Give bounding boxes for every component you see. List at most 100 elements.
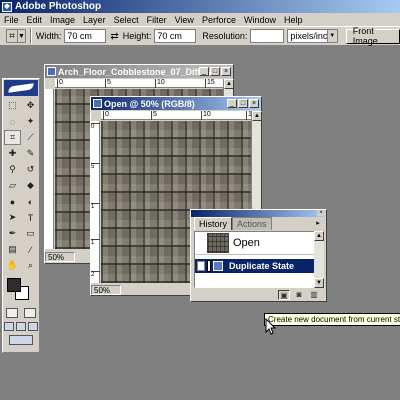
separator — [29, 28, 32, 44]
zoom-tool-icon[interactable]: ⌕ — [22, 258, 39, 273]
minimize-icon[interactable]: _ — [227, 99, 237, 108]
eyedropper-icon[interactable]: ⁄ — [22, 242, 39, 257]
options-bar: ⌗ ▼ Width: ⇄ Height: Resolution: pixels/… — [0, 26, 400, 46]
menu-image[interactable]: Image — [46, 15, 79, 25]
width-input[interactable] — [64, 29, 107, 43]
feather-logo-icon[interactable] — [4, 80, 38, 96]
new-snapshot-icon[interactable]: ◙ — [293, 290, 305, 300]
paint-bucket-icon[interactable]: ◆ — [22, 178, 39, 193]
menu-file[interactable]: File — [0, 15, 23, 25]
height-input[interactable] — [154, 29, 197, 43]
menu-window[interactable]: Window — [240, 15, 280, 25]
horizontal-ruler: 0 5 10 15 — [55, 79, 223, 88]
palette-tabs: History Actions — [191, 217, 326, 230]
crop-icon[interactable]: ⌗ — [6, 29, 18, 43]
resolution-label: Resolution: — [202, 31, 248, 41]
scroll-up-icon[interactable]: ▲ — [224, 79, 234, 89]
move-tool-icon[interactable]: ✥ — [22, 98, 39, 113]
ruler-tick: 5 — [151, 111, 157, 120]
ps-app-icon: ◆ — [2, 1, 12, 12]
menu-edit[interactable]: Edit — [23, 15, 47, 25]
chevron-down-icon[interactable]: ▼ — [17, 29, 26, 43]
ruler-tick: 0 — [57, 79, 63, 88]
palette-scrollbar[interactable]: ▲ ▼ — [314, 231, 324, 288]
close-icon[interactable]: × — [249, 99, 259, 108]
tab-actions[interactable]: Actions — [232, 217, 272, 230]
scroll-up-icon[interactable]: ▲ — [252, 111, 262, 121]
type-tool-icon[interactable]: T — [22, 210, 39, 225]
shape-tool-icon[interactable]: ▭ — [22, 226, 39, 241]
eraser-tool-icon[interactable]: ▱ — [4, 178, 21, 193]
quickmask-mode-icon[interactable] — [24, 308, 36, 318]
horizontal-ruler: 0 5 10 15 — [101, 111, 256, 120]
mask-modes — [3, 306, 39, 320]
document-title: Arch_Floor_Cobblestone_07_Diffuse — [58, 66, 217, 77]
swap-arrows-icon[interactable]: ⇄ — [110, 31, 118, 42]
screen-mode-standard-icon[interactable] — [4, 322, 14, 331]
menu-select[interactable]: Select — [110, 15, 143, 25]
menu-help[interactable]: Help — [280, 15, 307, 25]
mouse-cursor-icon — [265, 318, 277, 335]
ruler-tick: 1 — [91, 203, 100, 210]
notes-tool-icon[interactable]: ▤ — [4, 242, 21, 257]
crop-tool-icon[interactable]: ⌗ — [4, 130, 21, 145]
menu-layer[interactable]: Layer — [79, 15, 110, 25]
scroll-up-icon[interactable]: ▲ — [314, 231, 324, 241]
close-icon[interactable]: × — [221, 67, 231, 76]
front-image-button[interactable]: Front Image — [345, 26, 400, 46]
maximize-icon[interactable]: □ — [238, 99, 248, 108]
healing-brush-icon[interactable]: ✚ — [4, 146, 21, 161]
resolution-unit-select[interactable]: pixels/inch ▼ — [287, 29, 338, 43]
width-label: Width: — [35, 31, 62, 41]
maximize-icon[interactable]: □ — [210, 67, 220, 76]
menu-view[interactable]: View — [171, 15, 198, 25]
foreground-color[interactable] — [7, 278, 21, 292]
scroll-down-icon[interactable]: ▼ — [314, 278, 324, 288]
history-brush-icon[interactable]: ↺ — [22, 162, 39, 177]
ruler-tick: 10 — [155, 79, 165, 88]
new-document-from-state-icon[interactable]: ▣ — [278, 289, 290, 300]
screen-modes — [3, 320, 39, 333]
dodge-tool-icon[interactable]: ◐ — [22, 194, 39, 209]
close-icon[interactable]: × — [317, 210, 325, 216]
color-swatches — [3, 276, 39, 304]
menu-perforce[interactable]: Perforce — [198, 15, 240, 25]
palette-titlebar[interactable] — [191, 210, 326, 217]
history-state-label: Duplicate State — [229, 261, 295, 271]
snapshot-thumbnail — [207, 233, 229, 253]
history-brush-source[interactable] — [197, 261, 205, 271]
blur-tool-icon[interactable]: ● — [4, 194, 21, 209]
imageready-jump-icon[interactable] — [9, 335, 33, 345]
pen-tool-icon[interactable]: ✒ — [4, 226, 21, 241]
screen-mode-full-icon[interactable] — [28, 322, 38, 331]
clone-stamp-icon[interactable]: ⚲ — [4, 162, 21, 177]
standard-mode-icon[interactable] — [6, 308, 18, 318]
minimize-icon[interactable]: _ — [199, 67, 209, 76]
screen-mode-full-menu-icon[interactable] — [16, 322, 26, 331]
ruler-tick: 5 — [91, 163, 100, 170]
tab-history[interactable]: History — [194, 217, 233, 230]
history-snapshot[interactable]: Open — [195, 232, 314, 255]
lasso-tool-icon[interactable]: ◌ — [4, 114, 21, 129]
resolution-input[interactable] — [250, 29, 285, 43]
hand-tool-icon[interactable]: ✋ — [4, 258, 21, 273]
path-select-icon[interactable]: ➤ — [4, 210, 21, 225]
marquee-tool-icon[interactable]: ⬚ — [4, 98, 21, 113]
zoom-level[interactable]: 50% — [45, 251, 75, 262]
history-state-selected[interactable]: Duplicate State — [195, 259, 314, 273]
magic-wand-icon[interactable]: ✦ — [22, 114, 39, 129]
trash-icon[interactable]: ▥ — [308, 290, 320, 300]
brush-tool-icon[interactable]: ✎ — [22, 146, 39, 161]
zoom-level[interactable]: 50% — [91, 284, 121, 295]
ruler-tick: 15 — [205, 79, 215, 88]
slice-tool-icon[interactable]: ⟋ — [22, 130, 39, 145]
palette-menu-icon[interactable]: ▸ — [313, 219, 323, 228]
height-label: Height: — [122, 31, 152, 41]
menu-filter[interactable]: Filter — [143, 15, 171, 25]
app-title: Adobe Photoshop — [15, 1, 102, 12]
jump-to — [3, 333, 39, 347]
toolbox: ⬚ ✥ ◌ ✦ ⌗ ⟋ ✚ ✎ ⚲ ↺ ▱ ◆ ● ◐ ➤ T ✒ ▭ ▤ ⁄ … — [2, 78, 40, 353]
tooltip: Create new document from current state — [264, 313, 400, 326]
history-state-slider[interactable] — [207, 260, 211, 272]
chevron-down-icon: ▼ — [326, 30, 337, 42]
